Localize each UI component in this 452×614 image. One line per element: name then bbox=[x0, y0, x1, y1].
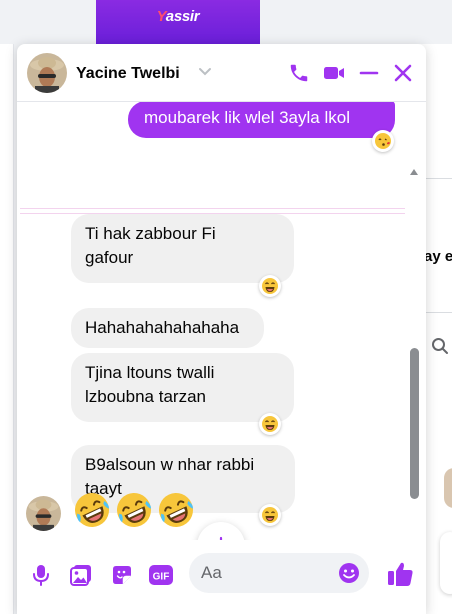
rofl-emoji[interactable] bbox=[114, 490, 154, 530]
chevron-down-icon[interactable] bbox=[198, 67, 212, 77]
right-panel-divider bbox=[425, 312, 452, 313]
phone-icon bbox=[290, 64, 308, 82]
sender-avatar[interactable] bbox=[26, 496, 61, 531]
laugh-emoji[interactable] bbox=[259, 275, 281, 297]
minimize-icon bbox=[359, 71, 379, 75]
attach-photo-button[interactable] bbox=[68, 562, 94, 588]
close-button[interactable] bbox=[391, 61, 415, 85]
partial-avatar bbox=[444, 468, 452, 508]
right-panel-divider bbox=[425, 178, 452, 179]
minimize-button[interactable] bbox=[357, 61, 381, 85]
message-list[interactable]: moubarek lik wlel 3ayla lkol Ti hak zabb… bbox=[17, 102, 426, 540]
divider bbox=[20, 208, 405, 209]
partial-card bbox=[440, 532, 452, 594]
sticker-icon bbox=[113, 566, 131, 584]
outgoing-message[interactable]: moubarek lik wlel 3ayla lkol bbox=[128, 102, 395, 138]
message-text-line: lzboubna tarzan bbox=[85, 387, 206, 406]
image-icon bbox=[70, 565, 91, 586]
scroll-up-arrow-icon[interactable] bbox=[409, 168, 419, 176]
gif-icon: GIF bbox=[149, 565, 173, 585]
search-icon[interactable] bbox=[431, 337, 449, 355]
brand-banner[interactable]: Yassir bbox=[96, 0, 260, 44]
gif-button[interactable]: GIF bbox=[148, 562, 174, 588]
voice-call-button[interactable] bbox=[287, 61, 311, 85]
scrollbar-thumb[interactable] bbox=[410, 348, 419, 499]
like-icon[interactable] bbox=[385, 559, 415, 589]
video-camera-icon bbox=[324, 67, 344, 79]
scroll-to-bottom-button[interactable] bbox=[197, 522, 245, 540]
composer: GIF bbox=[17, 540, 426, 614]
emoji-picker-icon[interactable] bbox=[337, 561, 361, 585]
message-text-line: Tjina ltouns twalli bbox=[85, 363, 215, 382]
incoming-message[interactable]: Ti hak zabbour Fi gafour bbox=[71, 214, 294, 283]
message-text-line: Ti hak zabbour Fi bbox=[85, 224, 216, 243]
sticker-button[interactable] bbox=[109, 562, 135, 588]
message-input[interactable] bbox=[201, 553, 331, 593]
right-panel-text: ay e bbox=[424, 248, 452, 265]
rofl-emoji[interactable] bbox=[156, 490, 196, 530]
rofl-emoji[interactable] bbox=[72, 490, 112, 530]
incoming-message[interactable]: Tjina ltouns twalli lzboubna tarzan bbox=[71, 353, 294, 422]
laugh-emoji[interactable] bbox=[259, 504, 281, 526]
laugh-emoji-icon bbox=[262, 507, 278, 523]
close-icon bbox=[394, 64, 412, 82]
incoming-message[interactable]: Hahahahahahahaha bbox=[71, 308, 264, 348]
kiss-emoji-icon bbox=[375, 133, 391, 149]
message-text: Hahahahahahahaha bbox=[85, 318, 240, 337]
laugh-emoji-icon bbox=[262, 416, 278, 432]
message-text-line: gafour bbox=[85, 248, 134, 267]
message-input-container[interactable] bbox=[189, 553, 369, 593]
gif-label: GIF bbox=[153, 572, 170, 583]
contact-avatar[interactable] bbox=[27, 53, 67, 93]
contact-name[interactable]: Yacine Twelbi bbox=[76, 65, 180, 83]
microphone-icon bbox=[33, 565, 49, 586]
laugh-emoji-icon bbox=[262, 278, 278, 294]
kiss-emoji[interactable] bbox=[372, 130, 394, 152]
brand-logo: Yassir bbox=[156, 8, 200, 25]
video-call-button[interactable] bbox=[322, 61, 346, 85]
chat-window: Yacine Twelbi moubarek lik wlel 3ayla lk… bbox=[17, 44, 426, 614]
voice-clip-button[interactable] bbox=[28, 562, 54, 588]
laugh-emoji[interactable] bbox=[259, 413, 281, 435]
message-text: moubarek lik wlel 3ayla lkol bbox=[144, 108, 350, 127]
chat-header: Yacine Twelbi bbox=[17, 44, 426, 102]
left-panel-edge bbox=[0, 44, 14, 614]
message-text-line: B9alsoun w nhar rabbi bbox=[85, 455, 255, 474]
